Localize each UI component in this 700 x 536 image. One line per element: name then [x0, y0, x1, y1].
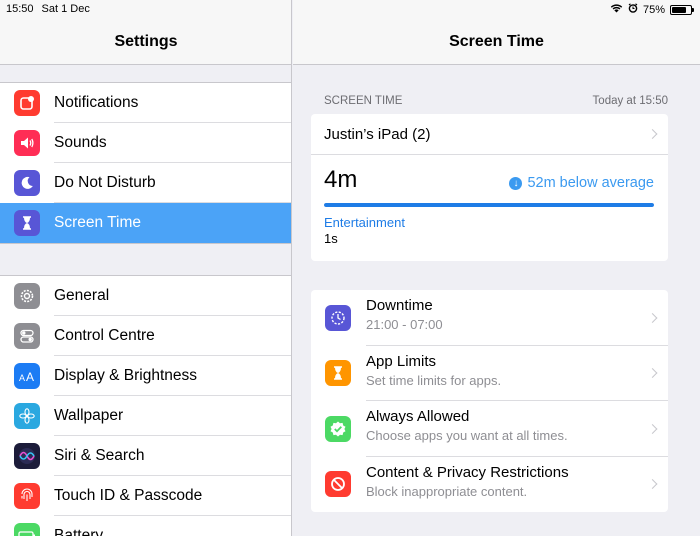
svg-text:A: A — [26, 370, 34, 383]
device-name: Justin’s iPad (2) — [324, 125, 431, 143]
content-privacy-row[interactable]: Content & Privacy Restrictions Block ina… — [311, 457, 668, 513]
text-size-icon: AA — [14, 363, 40, 389]
usage-card: Justin’s iPad (2) 4m ↓ 52m below average… — [311, 114, 668, 261]
notifications-icon — [14, 90, 40, 116]
sidebar-title: Settings — [114, 33, 178, 50]
screen-time-panel: Screen Time SCREEN TIME Today at 15:50 J… — [293, 0, 700, 536]
battery-percent: 75% — [642, 3, 665, 16]
settings-group-1: Notifications Sounds Do Not Disturb Scre… — [0, 82, 291, 244]
feature-subtitle: Block inappropriate content. — [366, 483, 528, 499]
sidebar-item-label: Wallpaper — [54, 396, 291, 436]
usage-total: 4m — [324, 166, 358, 193]
sidebar-item-label: General — [54, 276, 291, 316]
app-limits-row[interactable]: App Limits Set time limits for apps. — [311, 346, 668, 401]
flower-icon — [14, 403, 40, 429]
feature-title: Downtime — [366, 297, 433, 314]
average-comparison: ↓ 52m below average — [509, 175, 654, 191]
usage-summary[interactable]: 4m ↓ 52m below average Entertainment 1s — [311, 155, 668, 261]
sidebar-item-wallpaper[interactable]: Wallpaper — [0, 396, 291, 436]
battery-icon — [14, 523, 40, 536]
sidebar-item-siri-search[interactable]: Siri & Search — [0, 436, 291, 476]
features-card: Downtime 21:00 - 07:00 App Limits Set ti… — [311, 290, 668, 512]
category-label: Entertainment — [324, 215, 405, 230]
feature-subtitle: Set time limits for apps. — [366, 372, 502, 388]
settings-sidebar: Settings Notifications Sounds Do Not Dis… — [0, 0, 292, 536]
checkmark-badge-icon — [325, 415, 351, 442]
sidebar-item-screen-time[interactable]: Screen Time — [0, 203, 291, 243]
sidebar-item-notifications[interactable]: Notifications — [0, 83, 291, 123]
section-header: SCREEN TIME Today at 15:50 — [324, 95, 668, 107]
sidebar-item-display-brightness[interactable]: AA Display & Brightness — [0, 356, 291, 396]
arrow-down-circle-icon: ↓ — [509, 176, 523, 190]
device-row[interactable]: Justin’s iPad (2) — [311, 114, 668, 155]
no-entry-icon — [325, 471, 351, 498]
siri-icon — [14, 443, 40, 469]
feature-subtitle: Choose apps you want at all times. — [366, 428, 568, 443]
sidebar-item-label: Notifications — [54, 83, 291, 123]
moon-icon — [14, 170, 40, 196]
hourglass-icon — [325, 360, 351, 387]
sidebar-item-label: Sounds — [54, 123, 291, 163]
gear-icon — [14, 283, 40, 309]
status-date: Sat 1 Dec — [41, 3, 90, 15]
speaker-icon — [14, 130, 40, 156]
alarm-icon — [628, 3, 638, 16]
sidebar-item-label: Battery — [54, 527, 104, 536]
battery-icon — [670, 4, 694, 15]
feature-subtitle: 21:00 - 07:00 — [366, 317, 443, 332]
feature-title: Always Allowed — [366, 408, 470, 425]
feature-title: App Limits — [366, 352, 437, 370]
status-time: 15:50 — [6, 3, 34, 15]
chevron-right-icon — [647, 129, 658, 139]
sidebar-item-battery[interactable]: Battery — [0, 516, 291, 536]
sidebar-item-sounds[interactable]: Sounds — [0, 123, 291, 163]
sidebar-item-do-not-disturb[interactable]: Do Not Disturb — [0, 163, 291, 203]
fingerprint-icon — [14, 483, 40, 509]
feature-title: Content & Privacy Restrictions — [366, 463, 569, 481]
downtime-icon — [325, 304, 351, 331]
battery-level — [672, 6, 686, 13]
usage-bar-fill — [324, 203, 654, 207]
hourglass-icon — [14, 210, 40, 236]
section-timestamp: Today at 15:50 — [592, 95, 668, 107]
category-value: 1s — [324, 231, 338, 246]
usage-bar — [324, 203, 654, 207]
toggles-icon — [14, 323, 40, 349]
sidebar-item-label: Do Not Disturb — [54, 163, 291, 203]
sidebar-item-label: Siri & Search — [54, 436, 291, 476]
sidebar-item-label: Display & Brightness — [54, 356, 291, 396]
sidebar-item-control-centre[interactable]: Control Centre — [0, 316, 291, 356]
downtime-row[interactable]: Downtime 21:00 - 07:00 — [311, 290, 668, 346]
settings-group-2: General Control Centre AA Display & Brig… — [0, 275, 291, 536]
always-allowed-row[interactable]: Always Allowed Choose apps you want at a… — [311, 401, 668, 457]
svg-text:A: A — [19, 373, 25, 383]
wifi-icon — [610, 3, 623, 16]
sidebar-item-touch-id-passcode[interactable]: Touch ID & Passcode — [0, 476, 291, 516]
average-text: 52m below average — [527, 175, 654, 191]
sidebar-item-label: Touch ID & Passcode — [54, 476, 291, 516]
page-title: Screen Time — [449, 33, 544, 50]
sidebar-item-label: Control Centre — [54, 316, 291, 356]
status-bar: 15:50 Sat 1 Dec 75% — [0, 0, 700, 18]
sidebar-item-label: Screen Time — [54, 214, 142, 231]
section-label: SCREEN TIME — [324, 95, 403, 107]
sidebar-item-general[interactable]: General — [0, 276, 291, 316]
